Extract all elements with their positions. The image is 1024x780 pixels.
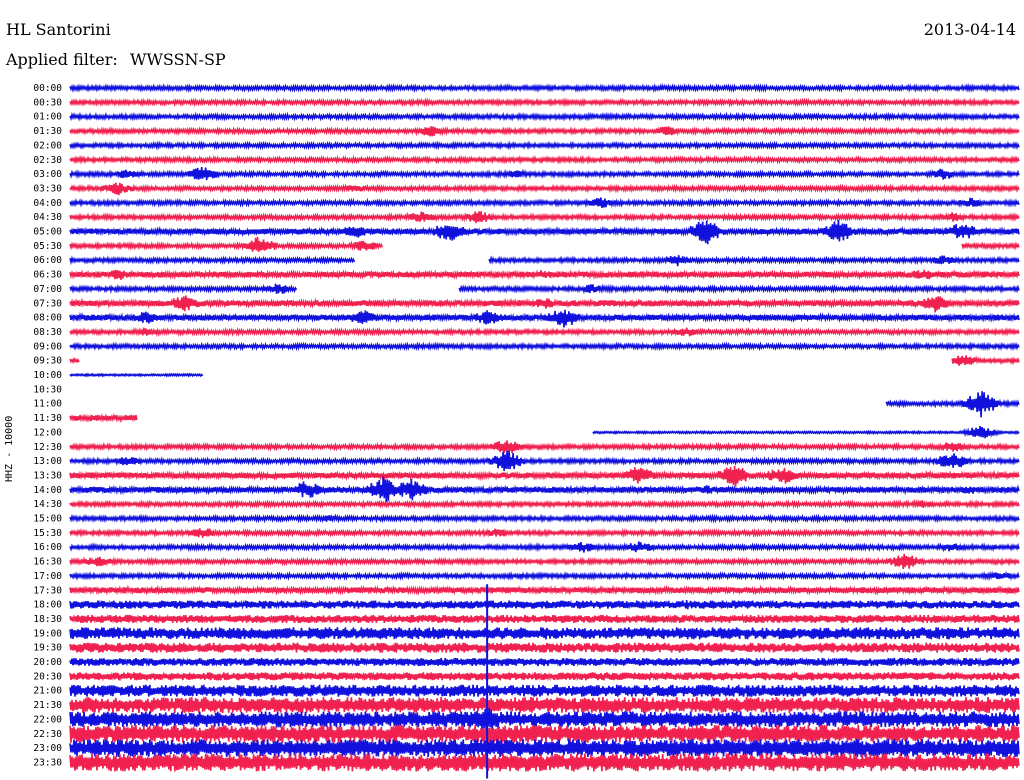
y-tick-label: 00:30 [33, 97, 62, 108]
y-tick-label: 20:00 [33, 657, 62, 668]
trace-row-0730 [69, 295, 1020, 313]
trace-row-0930 [69, 355, 1020, 366]
trace-row-0800 [69, 309, 1020, 328]
trace-row-1430 [69, 498, 1020, 510]
trace-row-0630 [69, 268, 1020, 281]
y-tick-label: 14:00 [33, 485, 62, 496]
trace-row-1330 [69, 465, 1020, 487]
trace-row-2100 [69, 684, 1020, 697]
trace-row-0200 [69, 140, 1020, 151]
y-tick-label: 03:00 [33, 169, 62, 180]
trace-row-0830 [69, 326, 1020, 338]
y-tick-label: 08:00 [33, 313, 62, 324]
y-tick-label: 17:30 [33, 585, 62, 596]
y-tick-label: 09:00 [33, 341, 62, 352]
y-tick-label: 05:00 [33, 227, 62, 238]
y-tick-label: 21:30 [33, 700, 62, 711]
trace-row-0130 [69, 126, 1020, 137]
y-tick-label: 07:30 [33, 298, 62, 309]
y-tick-label: 11:00 [33, 399, 62, 410]
y-tick-label: 19:30 [33, 643, 62, 654]
y-tick-label: 02:30 [33, 155, 62, 166]
trace-row-0330 [69, 182, 1020, 196]
trace-row-1800 [69, 599, 1020, 610]
trace-row-1200 [592, 426, 1020, 439]
y-tick-label: 00:00 [33, 83, 62, 94]
y-axis-label: HHZ - 10000 [4, 415, 15, 482]
trace-row-2330 [69, 753, 1020, 772]
y-tick-label: 18:00 [33, 600, 62, 611]
filter-label: Applied filter: [6, 50, 118, 69]
trace-row-0530 [69, 236, 1020, 253]
y-tick-label: 10:00 [33, 370, 62, 381]
y-tick-label: 15:30 [33, 528, 62, 539]
trace-row-1530 [69, 527, 1020, 539]
y-tick-label: 01:00 [33, 112, 62, 123]
y-tick-label: 16:30 [33, 557, 62, 568]
trace-row-0100 [69, 111, 1020, 122]
y-tick-label: 18:30 [33, 614, 62, 625]
y-tick-label: 04:30 [33, 212, 62, 223]
y-tick-label: 22:00 [33, 714, 62, 725]
trace-row-0500 [69, 219, 1020, 245]
trace-row-0030 [69, 97, 1020, 108]
trace-row-1500 [69, 513, 1020, 524]
trace-row-1700 [69, 570, 1020, 582]
trace-row-0230 [69, 154, 1020, 165]
y-tick-label: 01:30 [33, 126, 62, 137]
y-tick-label: 02:00 [33, 140, 62, 151]
trace-row-0600 [69, 255, 1020, 267]
y-tick-label: 12:00 [33, 427, 62, 438]
y-tick-label: 22:30 [33, 729, 62, 740]
y-tick-label: 12:30 [33, 442, 62, 453]
trace-row-0300 [69, 167, 1020, 181]
y-tick-label: 17:00 [33, 571, 62, 582]
trace-row-1730 [69, 584, 1020, 596]
y-tick-label: 08:30 [33, 327, 62, 338]
date-label: 2013-04-14 [923, 20, 1016, 39]
y-tick-label: 19:00 [33, 628, 62, 639]
y-tick-label: 04:00 [33, 198, 62, 209]
trace-row-1830 [69, 613, 1020, 624]
y-tick-label: 10:30 [33, 384, 62, 395]
trace-row-2130 [69, 697, 1020, 714]
trace-row-2030 [69, 670, 1020, 682]
y-tick-label: 06:00 [33, 255, 62, 266]
trace-row-0400 [69, 197, 1020, 209]
y-tick-label: 03:30 [33, 183, 62, 194]
trace-row-1000 [69, 372, 204, 378]
y-tick-label: 15:00 [33, 514, 62, 525]
trace-row-1600 [69, 541, 1020, 553]
y-tick-label: 16:00 [33, 542, 62, 553]
station-title: HL Santorini [6, 20, 111, 39]
trace-row-1300 [69, 450, 1020, 471]
trace-row-1930 [69, 642, 1020, 653]
y-tick-label: 23:00 [33, 743, 62, 754]
trace-row-1400 [69, 476, 1020, 503]
filter-value: WWSSN-SP [130, 50, 226, 69]
helicorder-plot: 00:00 00:30 01:00 01:30 02:00 02:30 03:00 03:30… [33, 82, 1020, 779]
y-tick-label: 23:30 [33, 757, 62, 768]
trace-row-1100 [885, 391, 1020, 418]
y-tick-label: 09:30 [33, 356, 62, 367]
y-tick-label: 14:30 [33, 499, 62, 510]
trace-row-0700 [69, 283, 1020, 295]
y-tick-label: 11:30 [33, 413, 62, 424]
trace-row-0000 [69, 82, 1020, 94]
trace-row-1230 [69, 440, 1020, 454]
trace-row-1130 [69, 412, 138, 424]
y-tick-label: 20:30 [33, 671, 62, 682]
y-tick-label: 05:30 [33, 241, 62, 252]
trace-row-2000 [69, 656, 1020, 668]
y-tick-label: 06:30 [33, 270, 62, 281]
y-tick-label: 07:00 [33, 284, 62, 295]
y-tick-label: 21:00 [33, 686, 62, 697]
trace-row-0430 [69, 211, 1020, 224]
trace-row-1900 [69, 627, 1020, 640]
trace-row-0900 [69, 341, 1020, 352]
trace-row-1630 [69, 553, 1020, 569]
